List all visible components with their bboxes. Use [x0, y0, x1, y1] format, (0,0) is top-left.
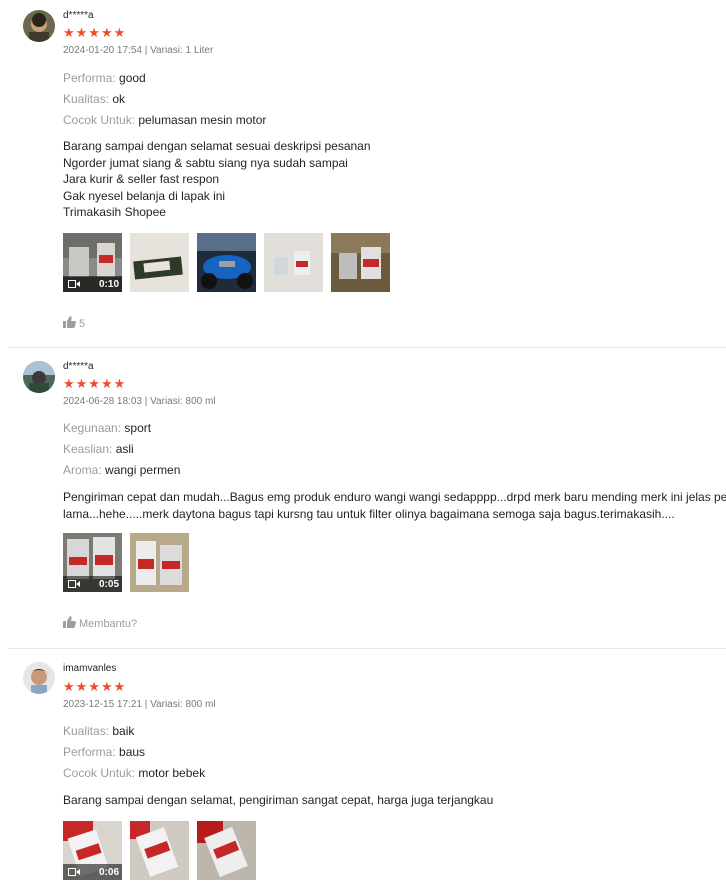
avatar[interactable]: [23, 662, 55, 694]
attribute-row: Keaslian: asli: [63, 442, 134, 456]
review-card: d*****a ★★★★★ 2024-01-20 17:54 | Variasi…: [0, 0, 726, 348]
video-duration: 0:05: [98, 578, 119, 590]
review-text: Barang sampai dengan selamat sesuai desk…: [63, 138, 722, 221]
avatar[interactable]: [23, 10, 55, 42]
star-rating: ★★★★★: [63, 25, 127, 40]
review-line: Gak nyesel belanja di lapak ini: [63, 188, 226, 203]
attribute-key: Performa:: [63, 71, 116, 85]
review-photo-thumbnail[interactable]: [197, 821, 256, 880]
attribute-value: baik: [112, 724, 135, 738]
helpful-button[interactable]: Membantu?: [63, 616, 137, 631]
review-variant: Variasi: 800 ml: [150, 699, 216, 710]
attribute-row: Cocok Untuk: pelumasan mesin motor: [63, 113, 266, 127]
review-media: 0:05: [63, 533, 189, 592]
thumbs-up-icon: [63, 616, 76, 631]
attribute-key: Keaslian:: [63, 442, 113, 456]
review-line: Barang sampai dengan selamat sesuai desk…: [63, 139, 371, 153]
like-count: 5: [79, 317, 86, 330]
review-text: Barang sampai dengan selamat, pengiriman…: [63, 792, 722, 809]
review-line: Trimakasih Shopee: [63, 205, 166, 219]
meta-separator: |: [141, 699, 151, 710]
attribute-value: good: [119, 71, 146, 85]
attribute-value: motor bebek: [138, 766, 206, 780]
like-button[interactable]: 5: [63, 316, 85, 331]
helpful-label: Membantu?: [79, 617, 138, 630]
review-line: lama...hehe.....merk daytona bagus tapi …: [63, 506, 675, 521]
review-video-thumbnail[interactable]: 0:06: [63, 821, 122, 880]
attribute-row: Kualitas: baik: [63, 724, 134, 738]
review-video-thumbnail[interactable]: 0:10: [63, 233, 122, 292]
review-meta: 2024-06-28 18:03 | Variasi: 800 ml: [63, 396, 216, 407]
review-line: Barang sampai dengan selamat, pengiriman…: [63, 793, 494, 807]
review-card: imamvanles ★★★★★ 2023-12-15 17:21 | Vari…: [0, 649, 726, 885]
username: imamvanles: [63, 663, 117, 674]
attribute-row: Kualitas: ok: [63, 92, 125, 106]
attribute-key: Cocok Untuk:: [63, 113, 136, 127]
review-meta: 2024-01-20 17:54 | Variasi: 1 Liter: [63, 45, 213, 56]
review-photo-thumbnail[interactable]: [130, 233, 189, 292]
attribute-value: baus: [119, 745, 146, 759]
review-variant: Variasi: 1 Liter: [150, 45, 214, 56]
review-variant: Variasi: 800 ml: [150, 396, 216, 407]
video-duration: 0:06: [98, 866, 119, 878]
review-photo-thumbnail[interactable]: [197, 233, 256, 292]
review-photo-thumbnail[interactable]: [331, 233, 390, 292]
attribute-value: pelumasan mesin motor: [138, 113, 267, 127]
attribute-key: Kualitas:: [63, 92, 110, 106]
attribute-value: ok: [112, 92, 126, 106]
review-media: 0:10: [63, 233, 390, 292]
meta-separator: |: [141, 396, 151, 407]
attribute-row: Kegunaan: sport: [63, 421, 151, 435]
video-overlay: 0:06: [63, 864, 122, 880]
review-date: 2024-01-20 17:54: [63, 45, 142, 56]
attribute-key: Kualitas:: [63, 724, 110, 738]
attribute-row: Performa: baus: [63, 745, 145, 759]
username: d*****a: [63, 10, 94, 21]
attribute-row: Performa: good: [63, 71, 146, 85]
review-date: 2023-12-15 17:21: [63, 699, 142, 710]
attribute-row: Cocok Untuk: motor bebek: [63, 766, 205, 780]
meta-separator: |: [141, 45, 151, 56]
video-camera-icon: [68, 580, 80, 588]
video-duration: 0:10: [98, 278, 119, 290]
review-line: Jara kurir & seller fast respon: [63, 172, 220, 186]
review-video-thumbnail[interactable]: 0:05: [63, 533, 122, 592]
review-photo-thumbnail[interactable]: [130, 821, 189, 880]
video-camera-icon: [68, 280, 80, 288]
attribute-value: sport: [124, 421, 152, 435]
avatar[interactable]: [23, 361, 55, 393]
review-date: 2024-06-28 18:03: [63, 396, 142, 407]
star-rating: ★★★★★: [63, 679, 127, 694]
review-media: 0:06: [63, 821, 256, 880]
attribute-value: asli: [115, 442, 134, 456]
attribute-key: Kegunaan:: [63, 421, 122, 435]
review-line: Ngorder jumat siang & sabtu siang nya su…: [63, 155, 348, 170]
review-text: Pengiriman cepat dan mudah...Bagus emg p…: [63, 489, 726, 522]
username: d*****a: [63, 361, 94, 372]
video-overlay: 0:05: [63, 576, 122, 592]
attribute-key: Aroma:: [63, 463, 102, 477]
video-camera-icon: [68, 868, 80, 876]
review-line: Pengiriman cepat dan mudah...Bagus emg p…: [63, 490, 726, 504]
video-overlay: 0:10: [63, 276, 122, 292]
review-photo-thumbnail[interactable]: [264, 233, 323, 292]
attribute-value: wangi permen: [105, 463, 181, 477]
thumbs-up-icon: [63, 316, 76, 331]
review-card: d*****a ★★★★★ 2024-06-28 18:03 | Variasi…: [0, 348, 726, 649]
attribute-key: Cocok Untuk:: [63, 766, 136, 780]
attribute-row: Aroma: wangi permen: [63, 463, 180, 477]
review-photo-thumbnail[interactable]: [130, 533, 189, 592]
review-meta: 2023-12-15 17:21 | Variasi: 800 ml: [63, 699, 216, 710]
attribute-key: Performa:: [63, 745, 116, 759]
star-rating: ★★★★★: [63, 376, 127, 391]
